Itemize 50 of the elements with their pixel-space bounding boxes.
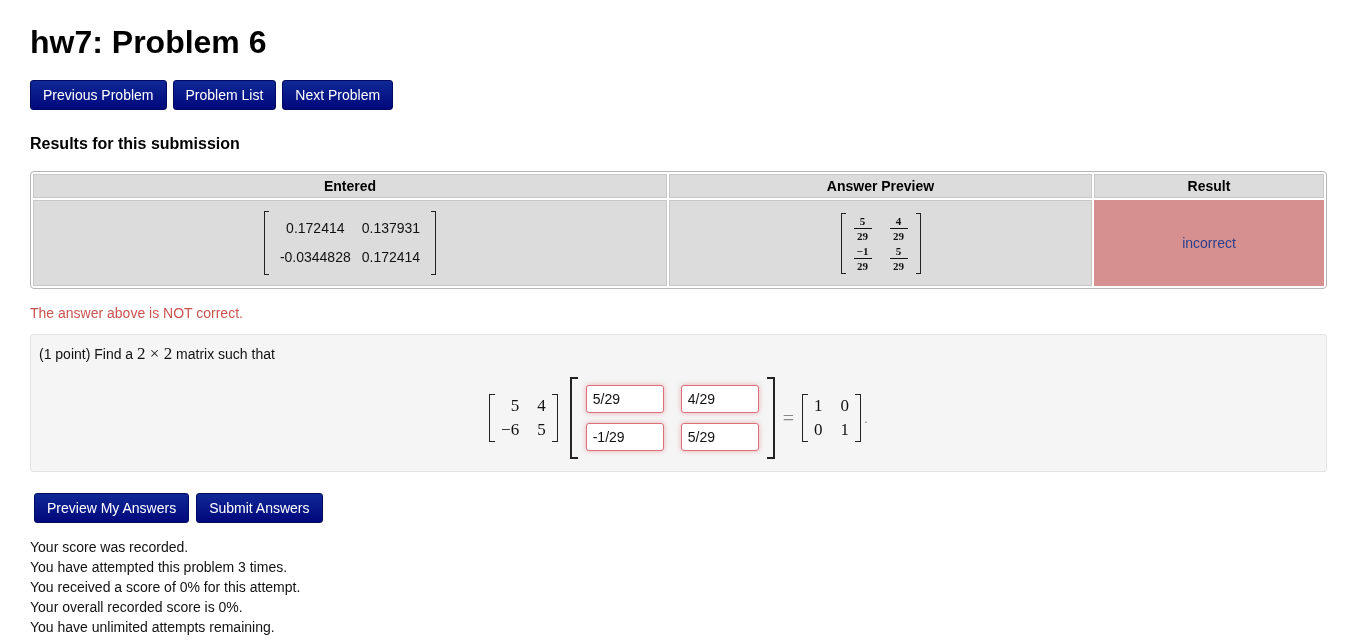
left-bracket-icon — [802, 394, 808, 442]
right-bracket-icon — [431, 211, 437, 275]
nav-button[interactable]: Problem List — [172, 80, 277, 110]
answer-field[interactable]: 4/29 — [680, 385, 759, 413]
left-bracket-icon — [263, 211, 269, 275]
status-message: Your overall recorded score is 0%. — [30, 598, 244, 617]
answer-field[interactable]: 5/29 — [585, 385, 664, 413]
page-title: hw7: Problem 6 — [30, 23, 268, 61]
matrix-entry: 0.137931 — [361, 219, 421, 238]
answer-field[interactable]: 5/29 — [680, 423, 759, 451]
equals-sign: = — [782, 406, 794, 430]
matrix-entry: 4 — [537, 395, 546, 417]
column-header: Result — [1094, 174, 1324, 198]
status-message: You have unlimited attempts remaining. — [30, 618, 276, 637]
left-bracket-icon — [489, 394, 496, 442]
fraction: 5 29 — [889, 244, 908, 272]
answer-field[interactable]: -1/29 — [585, 423, 664, 451]
action-button[interactable]: Preview My Answers — [34, 493, 190, 523]
matrix-entry: 5 — [510, 395, 520, 417]
status-message: Your score was recorded. — [30, 538, 190, 557]
nav-button[interactable]: Next Problem — [282, 80, 394, 110]
matrix-entry: 1 — [814, 395, 823, 417]
results-heading: Results for this submission — [30, 134, 241, 154]
fraction: 5 29 — [853, 214, 872, 242]
right-bracket-icon — [551, 394, 558, 442]
matrix-entry: -0.0344828 — [279, 248, 351, 267]
matrix-entry: −6 — [501, 419, 520, 441]
left-bracket-icon — [840, 212, 846, 274]
right-bracket-icon — [766, 377, 775, 459]
matrix-entry: 0 — [814, 419, 823, 441]
problem-prompt: (1 point) Find a 2 × 2 matrix such that — [39, 344, 276, 364]
matrix-entry: 0.172414 — [285, 219, 346, 238]
matrix-entry: 0 — [840, 395, 849, 417]
column-header: Answer Preview — [669, 174, 1092, 198]
status-message: You have attempted this problem 3 times. — [30, 558, 289, 577]
right-bracket-icon — [855, 394, 861, 442]
action-button[interactable]: Submit Answers — [196, 493, 323, 523]
matrix-entry: 1 — [840, 419, 849, 441]
column-header: Entered — [33, 174, 667, 198]
status-message: You received a score of 0% for this attempt. — [30, 578, 302, 597]
fraction: −1 29 — [853, 244, 872, 272]
matrix-entry: 5 — [537, 419, 546, 441]
feedback-message: The answer above is NOT correct. — [30, 304, 244, 323]
nav-button[interactable]: Previous Problem — [30, 80, 167, 110]
matrix-entry: 0.172414 — [361, 248, 421, 267]
equation-period: . — [864, 410, 868, 426]
fraction: 4 29 — [889, 214, 908, 242]
left-bracket-icon — [569, 377, 578, 459]
right-bracket-icon — [915, 212, 921, 274]
result-cell: incorrect — [1094, 200, 1324, 286]
